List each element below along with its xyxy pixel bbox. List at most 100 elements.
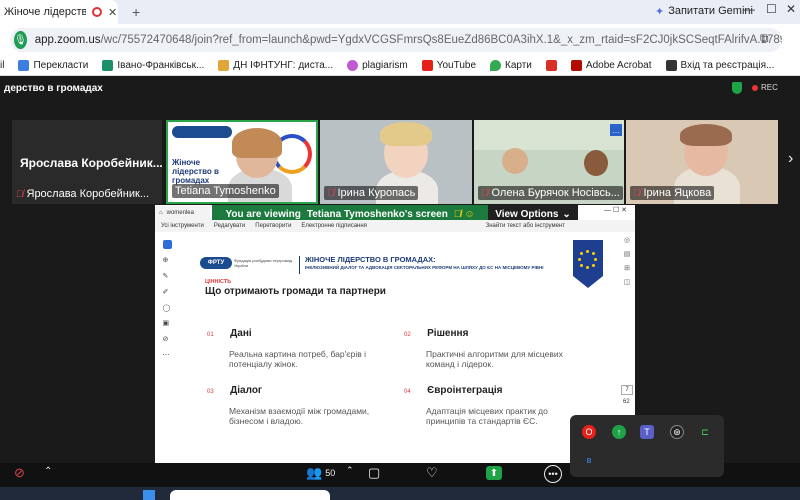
- chevron-up-icon[interactable]: ⌃: [44, 466, 52, 477]
- bookmark-item[interactable]: Перекласти: [18, 60, 88, 71]
- bookmark-item[interactable]: YouTube: [421, 60, 476, 71]
- card-desc: Практичні алгоритми для місцевих команд …: [426, 349, 563, 369]
- new-tab-button[interactable]: +: [132, 4, 140, 20]
- minimize-window-icon[interactable]: —: [743, 2, 755, 16]
- bookmark-item[interactable]: Карти: [490, 60, 532, 71]
- bookmark-item[interactable]: Івано-Франківськ...: [102, 60, 204, 71]
- windows-start-icon[interactable]: [143, 490, 155, 500]
- pen-tool-icon[interactable]: ✎: [163, 272, 172, 281]
- more-tools-icon[interactable]: ⋯: [163, 351, 172, 360]
- gemini-label: Запитати Gemini: [668, 5, 753, 17]
- pdf-right-toolbar: ◎ ▤ ⊞ ◫: [620, 236, 634, 296]
- maximize-window-icon[interactable]: ☐: [766, 2, 777, 16]
- app-tray-icon[interactable]: ⊛: [670, 425, 684, 439]
- bookmark-icon[interactable]: ▤: [624, 250, 631, 258]
- url-bar[interactable]: 🎙 app.zoom.us /wc/75572470648/join?ref_f…: [10, 28, 782, 52]
- bookmark-label: il: [0, 60, 5, 71]
- taskbar-search[interactable]: [170, 490, 330, 500]
- participant-name: Ірина Куропась: [337, 187, 416, 199]
- bookmark-item[interactable]: Вхід та реєстрація...: [665, 60, 774, 71]
- bookmark-label: plagiarism: [362, 60, 408, 71]
- share-arrow-icon: ⬆: [489, 467, 499, 479]
- bookmark-label: YouTube: [436, 60, 476, 71]
- camera-off-icon[interactable]: ⊘: [14, 465, 25, 481]
- bookmark-label: Перекласти: [33, 60, 89, 71]
- participant-name: Tetiana Tymoshenko: [175, 185, 276, 197]
- reactions-icon[interactable]: ♡: [426, 465, 438, 481]
- participant-tile[interactable]: Ярослава Коробейник... 🎙̸ Ярослава Коробе…: [12, 120, 162, 204]
- encryption-shield-icon[interactable]: [732, 82, 742, 94]
- pdf-search-hint[interactable]: Знайти текст або інструмент: [486, 223, 565, 229]
- attachments-icon[interactable]: ⊞: [624, 264, 630, 272]
- site-bookmark-icon: [665, 60, 677, 71]
- translate-icon[interactable]: ⧉: [760, 31, 769, 46]
- value-card: 01 Дані Реальна картина потреб, бар'єрів…: [207, 323, 389, 369]
- value-card: 04 Євроінтеграція Адаптація місцевих пра…: [404, 380, 586, 426]
- participant-tile[interactable]: 🎙̸ Ірина Куропась: [320, 120, 472, 204]
- page-number-input[interactable]: 7: [621, 385, 633, 395]
- menu-esign[interactable]: Електронне підписання: [301, 223, 366, 229]
- shape-tool-icon[interactable]: ◯: [163, 304, 172, 313]
- opera-icon[interactable]: O: [582, 425, 596, 439]
- card-number: 01: [207, 332, 214, 338]
- muted-mic-icon: 🎙̸: [453, 208, 462, 220]
- card-number: 03: [207, 389, 214, 395]
- header-divider: [299, 256, 300, 274]
- close-window-icon[interactable]: ✕: [786, 2, 796, 16]
- participant-tile[interactable]: … 🎙̸ Олена Бурячок Носівсь...: [474, 120, 624, 204]
- menu-convert[interactable]: Перетворити: [255, 223, 291, 229]
- chat-icon[interactable]: ▢: [368, 465, 380, 481]
- translate-bookmark-icon: [18, 60, 30, 71]
- close-tab-icon[interactable]: ✕: [108, 6, 117, 19]
- pdf-tab[interactable]: womenlea: [167, 210, 194, 216]
- smile-icon: ☺: [464, 208, 475, 220]
- teams-icon[interactable]: T: [640, 425, 654, 439]
- recording-badge[interactable]: REC: [752, 83, 778, 92]
- app-tray-icon[interactable]: ⊏: [698, 425, 712, 439]
- participants-icon: 👥: [306, 465, 323, 480]
- browser-tab[interactable]: Жіноче лідерство в грома ✕: [0, 0, 118, 24]
- menu-edit[interactable]: Редагувати: [214, 223, 245, 229]
- pdf-left-toolbar: ⊕ ✎ ✐ ◯ ▣ ⊘ ⋯: [158, 240, 176, 360]
- card-title: Дані: [230, 328, 252, 339]
- bookmark-item[interactable]: plagiarism: [347, 60, 408, 71]
- layers-icon[interactable]: ◫: [624, 278, 631, 286]
- bookmark-item[interactable]: [545, 60, 557, 71]
- pdf-tab-strip: ⌂ womenlea: [155, 206, 210, 220]
- home-icon[interactable]: ⌂: [159, 210, 163, 216]
- bluetooth-icon[interactable]: ʙ: [582, 453, 596, 467]
- card-number: 04: [404, 389, 411, 395]
- bookmark-item[interactable]: ДН ІФНТУНГ: диста...: [218, 60, 333, 71]
- participant-tile-active-speaker[interactable]: Жіноче лідерство в громадах Tetiana Tymo…: [166, 120, 318, 204]
- menu-all-tools[interactable]: Усі інструменти: [161, 223, 204, 229]
- slide-header: ЖІНОЧЕ ЛІДЕРСТВО В ГРОМАДАХ: ІНКЛЮЗИВНИЙ…: [305, 256, 565, 272]
- card-number: 02: [404, 332, 411, 338]
- card-desc: Реальна картина потреб, бар'єрів і потен…: [229, 349, 366, 369]
- zoom-tool-icon[interactable]: ⊕: [163, 256, 172, 265]
- gemini-button[interactable]: ✦ Запитати Gemini: [655, 0, 753, 22]
- more-options-button[interactable]: •••: [544, 465, 562, 483]
- chevron-up-icon[interactable]: ⌃: [346, 465, 354, 476]
- participant-tile[interactable]: 🎙̸ Ірина Яцкова: [626, 120, 778, 204]
- comment-icon[interactable]: ◎: [624, 236, 630, 244]
- bookmark-item[interactable]: il: [0, 60, 4, 71]
- participants-button[interactable]: 👥 50: [306, 465, 335, 481]
- youtube-icon: [421, 60, 433, 71]
- next-page-arrow-icon[interactable]: ›: [788, 150, 793, 168]
- highlight-tool-icon[interactable]: ✐: [163, 288, 172, 297]
- site-bookmark-icon: [218, 60, 230, 71]
- mic-in-use-icon[interactable]: 🎙: [14, 31, 27, 49]
- stamp-tool-icon[interactable]: ⊘: [163, 335, 172, 344]
- select-cursor-icon[interactable]: [162, 240, 172, 249]
- text-tool-icon[interactable]: ▣: [163, 319, 172, 328]
- participant-name: Ірина Яцкова: [643, 187, 712, 199]
- share-screen-button[interactable]: ⬆: [486, 466, 502, 480]
- value-card: 03 Діалог Механізм взаємодії між громада…: [207, 380, 389, 426]
- bookmark-label: Карти: [505, 60, 532, 71]
- app-tray-icon[interactable]: ↑: [612, 425, 626, 439]
- more-options-icon[interactable]: …: [610, 124, 622, 136]
- tab-title: Жіноче лідерство в грома: [4, 6, 86, 18]
- participant-hair: [380, 122, 432, 146]
- bookmark-label: Adobe Acrobat: [585, 60, 652, 71]
- bookmark-item[interactable]: Adobe Acrobat: [570, 60, 652, 71]
